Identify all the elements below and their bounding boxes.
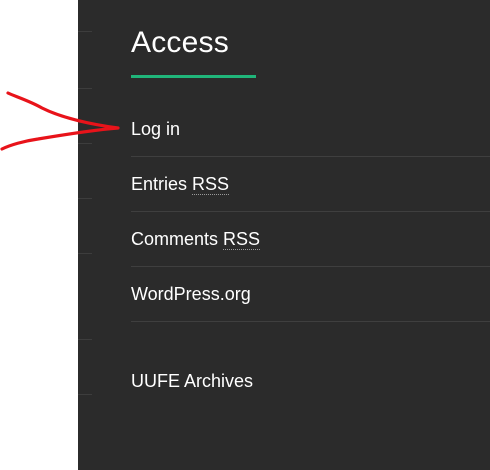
edge-tick [78,198,92,199]
title-underline [131,75,256,78]
edge-tick [78,143,92,144]
panel-edge-ticks [78,0,92,470]
log-in-link[interactable]: Log in [131,118,180,140]
edge-tick [78,88,92,89]
entries-rss-label: Entries [131,174,188,194]
list-item-wordpress-org: WordPress.org [131,267,490,322]
edge-tick [78,339,92,340]
edge-tick [78,31,92,32]
screenshot-page: Access Log in Entries RSS Comments RSS W… [0,0,490,470]
rss-abbreviation: RSS [192,174,230,195]
comments-rss-link[interactable]: Comments RSS [131,228,261,250]
list-item-entries-rss: Entries RSS [131,157,490,212]
list-item-comments-rss: Comments RSS [131,212,490,267]
edge-tick [78,394,92,395]
list-item-log-in: Log in [131,102,490,157]
wordpress-org-link[interactable]: WordPress.org [131,283,251,305]
entries-rss-link[interactable]: Entries RSS [131,173,230,195]
comments-rss-label: Comments [131,229,219,249]
access-link-list: Log in Entries RSS Comments RSS WordPres… [131,102,490,322]
edge-tick [78,253,92,254]
widget-title: Access [131,26,229,59]
archives-widget-title[interactable]: UUFE Archives [131,370,253,392]
rss-abbreviation: RSS [223,229,261,250]
